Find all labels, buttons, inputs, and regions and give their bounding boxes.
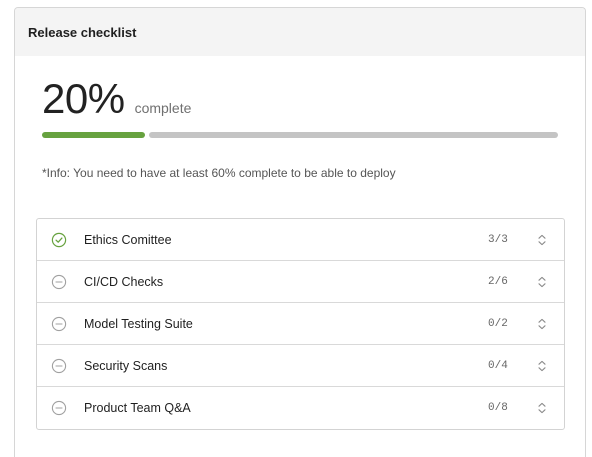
minus-circle-icon: [51, 274, 67, 290]
card-header: Release checklist: [15, 8, 585, 56]
progress-summary: 20% complete: [42, 78, 562, 138]
checklist-item-label: Product Team Q&A: [84, 401, 191, 415]
checklist-item[interactable]: Product Team Q&A 0/8: [37, 387, 564, 429]
checklist-item[interactable]: Ethics Comittee 3/3: [37, 219, 564, 261]
checklist-item-label: Security Scans: [84, 358, 168, 373]
checklist-item-count: 3/3: [488, 233, 508, 246]
expand-collapse-icon[interactable]: [536, 316, 548, 332]
expand-collapse-icon[interactable]: [536, 400, 548, 416]
progress-bar: [42, 132, 558, 138]
card-title: Release checklist: [28, 24, 137, 40]
checklist-item-label: CI/CD Checks: [84, 274, 164, 289]
progress-percent-row: 20% complete: [42, 78, 562, 120]
checklist-item-label: Model Testing Suite: [84, 316, 193, 331]
expand-collapse-icon[interactable]: [536, 232, 548, 248]
checklist-item-count: 0/8: [488, 402, 508, 414]
checklist-item-count: 0/2: [488, 317, 508, 330]
progress-label: complete: [134, 100, 192, 116]
progress-bar-track: [149, 132, 558, 138]
minus-circle-icon: [51, 316, 67, 332]
progress-bar-fill: [42, 132, 145, 138]
checklist-item[interactable]: CI/CD Checks 2/6: [37, 261, 564, 303]
minus-circle-icon: [51, 358, 67, 374]
minus-circle-icon: [51, 400, 67, 416]
expand-collapse-icon[interactable]: [536, 358, 548, 374]
progress-percent: 20%: [42, 75, 125, 122]
checklist-item-label: Ethics Comittee: [84, 232, 172, 247]
checklist-item[interactable]: Model Testing Suite 0/2: [37, 303, 564, 345]
checklist-item[interactable]: Security Scans 0/4: [37, 345, 564, 387]
checklist-item-count: 2/6: [488, 275, 508, 288]
expand-collapse-icon[interactable]: [536, 274, 548, 290]
release-checklist-card: Release checklist 20% complete *Info: Yo…: [14, 7, 586, 457]
checklist: Ethics Comittee 3/3 CI/CD Checks 2/6 Mod…: [36, 218, 565, 430]
deploy-info-note: *Info: You need to have at least 60% com…: [42, 166, 396, 180]
checklist-item-count: 0/4: [488, 359, 508, 372]
check-circle-icon: [51, 232, 67, 248]
